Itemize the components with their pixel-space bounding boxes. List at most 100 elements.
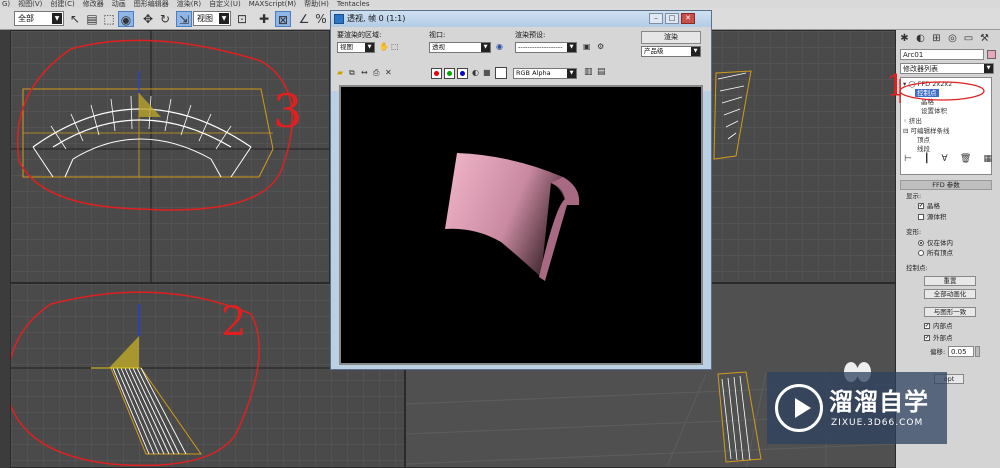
reference-coord-dropdown[interactable]: 视图 ▼ — [193, 11, 231, 26]
menu-item[interactable]: G) — [2, 0, 10, 8]
inside-points-checkbox[interactable]: ✔ 内部点 — [924, 322, 953, 330]
menu-item[interactable]: 图形编辑器 — [134, 0, 169, 8]
rect-select-icon[interactable]: ⬚ — [101, 11, 117, 27]
render-window-titlebar[interactable]: 透视, 帧 0 (1:1) – □ ✕ — [331, 11, 711, 27]
menu-item[interactable]: 帮助(H) — [304, 0, 329, 8]
modifier-list-dropdown[interactable]: 修改器列表 ▼ — [900, 63, 994, 74]
selection-filter-dropdown[interactable]: 全部 ▼ — [14, 11, 64, 26]
menu-item[interactable]: 渲染(R) — [177, 0, 201, 8]
lattice-checkbox[interactable]: ✔ 晶格 — [918, 202, 940, 210]
move-icon[interactable]: ✥ — [140, 11, 156, 27]
conform-to-shape-button[interactable]: 与图形一致 — [924, 307, 976, 317]
window-crossing-icon[interactable]: ◉ — [118, 11, 134, 27]
clear-icon[interactable]: ✕ — [385, 68, 392, 77]
source-volume-checkbox[interactable]: 源体积 — [918, 213, 947, 221]
inside-points-label: 内部点 — [933, 322, 953, 330]
modify-tab-icon[interactable]: ◐ — [914, 32, 927, 46]
chevron-down-icon: ▼ — [691, 47, 700, 56]
spinner-arrows-icon[interactable] — [975, 346, 980, 357]
menu-item[interactable]: 动画 — [112, 0, 126, 8]
mono-toggle-icon[interactable]: ■ — [483, 68, 491, 77]
lock-viewport-icon[interactable]: ◉ — [496, 42, 503, 51]
snap-icon[interactable]: ⊠ — [275, 11, 291, 27]
maximize-button[interactable]: □ — [665, 13, 679, 24]
stack-item[interactable]: 线段 — [917, 145, 930, 153]
viewport-value: 透视 — [432, 43, 445, 51]
checkbox-checked: ✔ — [918, 203, 924, 209]
remove-modifier-icon[interactable]: 🗑 — [960, 154, 971, 166]
make-unique-icon[interactable]: ∀ — [942, 154, 948, 166]
pin-stack-icon[interactable]: ⊢ — [904, 154, 912, 166]
object-name-field[interactable]: Arc01 — [900, 49, 984, 60]
object-color-swatch[interactable] — [987, 50, 996, 59]
print-icon[interactable]: ⎙ — [373, 68, 379, 78]
app-icon — [334, 14, 344, 24]
menu-item[interactable]: Tentacles — [337, 0, 370, 8]
select-by-name-icon[interactable]: ▤ — [84, 11, 100, 27]
auto-region-icon[interactable]: ⬚ — [391, 42, 399, 51]
only-in-volume-radio[interactable]: 仅在体内 — [918, 239, 953, 247]
product-level-dropdown[interactable]: 产品级 ▼ — [641, 46, 701, 57]
menu-item[interactable]: MAXScript(M) — [249, 0, 296, 8]
angle-snap-icon[interactable]: ∠ — [296, 11, 312, 27]
render-button[interactable]: 渲染 — [641, 31, 701, 44]
red-channel-toggle[interactable] — [431, 68, 442, 79]
environment-icon[interactable]: ⚙ — [597, 42, 604, 51]
menu-item[interactable]: 创建(C) — [50, 0, 74, 8]
blue-channel-toggle[interactable] — [457, 68, 468, 79]
select-manipulate-icon[interactable]: ✚ — [256, 11, 272, 27]
display-options-icon[interactable]: ▥ — [584, 67, 593, 77]
edit-region-icon[interactable]: ✋ — [379, 42, 389, 51]
area-dropdown[interactable]: 视图 ▼ — [337, 42, 375, 53]
chevron-down-icon: ▼ — [984, 64, 993, 73]
lattice-label: 晶格 — [927, 202, 940, 210]
menu-item[interactable]: 自定义(U) — [209, 0, 241, 8]
menu-item[interactable]: 修改器 — [83, 0, 104, 8]
reset-button[interactable]: 重置 — [924, 276, 976, 286]
animate-all-button[interactable]: 全部动画化 — [924, 289, 976, 299]
configure-sets-icon[interactable]: ▦ — [983, 154, 992, 166]
percent-snap-icon[interactable]: % — [313, 11, 329, 27]
alpha-toggle-icon[interactable]: ◐ — [472, 68, 479, 77]
viewport-dropdown[interactable]: 透视 ▼ — [429, 42, 491, 53]
modifier-list-label: 修改器列表 — [903, 65, 938, 73]
render-canvas — [339, 85, 703, 365]
viewport-front[interactable] — [705, 30, 896, 283]
outside-points-checkbox[interactable]: ✔ 外部点 — [924, 334, 953, 342]
toggle-ui-icon[interactable]: ▤ — [597, 67, 606, 77]
display-tab-icon[interactable]: ▭ — [962, 32, 975, 46]
stack-item[interactable]: ⊟ 可编辑样条线 — [903, 127, 950, 135]
selection-filter-value: 全部 — [18, 14, 34, 23]
copy-image-icon[interactable]: ⧉ — [349, 68, 355, 78]
motion-tab-icon[interactable]: ◎ — [946, 32, 959, 46]
select-arrow-icon[interactable]: ↖ — [67, 11, 83, 27]
rotate-icon[interactable]: ↻ — [157, 11, 173, 27]
stack-item[interactable]: 设置体积 — [921, 107, 947, 115]
green-channel-toggle[interactable] — [444, 68, 455, 79]
menu-item[interactable]: 视图(V) — [18, 0, 42, 8]
pivot-icon[interactable]: ⊡ — [234, 11, 250, 27]
hierarchy-tab-icon[interactable]: ⊞ — [930, 32, 943, 46]
render-setup-icon[interactable]: ▣ — [583, 42, 591, 51]
preset-dropdown[interactable]: ------------------- ▼ — [515, 42, 577, 53]
offset-spinner[interactable]: 0.05 — [948, 346, 974, 357]
stack-item[interactable]: 顶点 — [917, 136, 930, 144]
all-vertices-radio[interactable]: 所有顶点 — [918, 249, 953, 257]
rendered-frame-window: 透视, 帧 0 (1:1) – □ ✕ 要渲染的区域: 视图 ▼ ✋ ⬚ 视口: … — [330, 10, 712, 370]
background-color-swatch[interactable] — [495, 67, 507, 79]
minimize-button[interactable]: – — [649, 13, 663, 24]
close-button[interactable]: ✕ — [681, 13, 695, 24]
area-value: 视图 — [340, 43, 353, 51]
show-end-result-icon[interactable]: ┃ — [924, 154, 929, 166]
area-label: 要渲染的区域: — [337, 31, 382, 39]
stack-item[interactable]: ◦ 挤出 — [903, 117, 922, 125]
clone-window-icon[interactable]: ↔ — [361, 68, 368, 77]
utilities-tab-icon[interactable]: ⚒ — [978, 32, 991, 46]
ffd-params-rollout[interactable]: FFD 参数 — [900, 180, 992, 190]
scale-icon[interactable]: ⇲ — [176, 11, 192, 27]
stack-item-label: 挤出 — [908, 117, 922, 125]
viewport-top[interactable]: 3 — [10, 30, 330, 283]
create-tab-icon[interactable]: ✱ — [898, 32, 911, 46]
channel-dropdown[interactable]: RGB Alpha ▼ — [513, 68, 577, 79]
save-image-icon[interactable]: ▰ — [337, 68, 343, 77]
